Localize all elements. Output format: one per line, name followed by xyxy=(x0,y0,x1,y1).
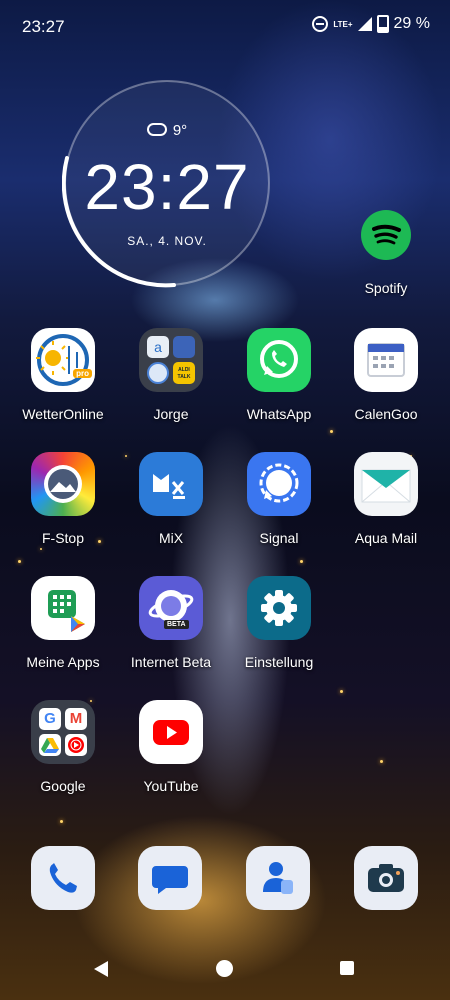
app-label: MiX xyxy=(158,530,184,546)
folder-jorge[interactable]: a ALDI TALK Jorge xyxy=(121,328,221,422)
navigation-bar xyxy=(0,940,450,1000)
app-signal[interactable]: Signal xyxy=(229,452,329,546)
battery-percent: 29 % xyxy=(393,15,430,32)
weather: 9° xyxy=(62,122,272,139)
camera-icon[interactable] xyxy=(354,846,418,910)
app-label: Signal xyxy=(259,530,299,546)
do-not-disturb-icon xyxy=(312,16,329,32)
app-youtube[interactable]: YouTube xyxy=(121,700,221,794)
messages-icon[interactable] xyxy=(138,846,202,910)
app-label: YouTube xyxy=(143,778,199,794)
beta-badge: BETA xyxy=(164,620,189,629)
app-label: Einstellung xyxy=(244,654,314,670)
contacts-icon[interactable] xyxy=(246,846,310,910)
clock-time: 23:27 xyxy=(84,151,250,223)
app-label: Meine Apps xyxy=(26,654,100,670)
folder-icon: G M xyxy=(31,700,95,764)
app-label: Aqua Mail xyxy=(354,530,418,546)
temperature: 9° xyxy=(172,122,188,139)
recent-apps-button[interactable] xyxy=(340,961,354,975)
app-internet-beta[interactable]: BETA Internet Beta xyxy=(121,576,221,670)
app-einstellung[interactable]: Einstellung xyxy=(229,576,329,670)
app-whatsapp[interactable]: WhatsApp xyxy=(229,328,329,422)
app-meine-apps[interactable]: Meine Apps xyxy=(13,576,113,670)
notes-icon xyxy=(173,336,195,358)
aqua-mail-icon xyxy=(354,452,418,516)
youtube-icon xyxy=(139,700,203,764)
signal-icon xyxy=(357,17,372,31)
app-aqua-mail[interactable]: Aqua Mail xyxy=(336,452,436,546)
app-spotify[interactable]: Spotify xyxy=(336,210,436,296)
drive-icon xyxy=(39,734,61,756)
status-time: 23:27 xyxy=(22,17,65,36)
clock-date: SA., 4. NOV. xyxy=(127,234,207,248)
app-label: Internet Beta xyxy=(130,654,212,670)
meine-apps-icon xyxy=(31,576,95,640)
gmail-icon: M xyxy=(65,708,87,730)
compass-icon xyxy=(147,362,169,384)
app-label: Spotify xyxy=(364,280,408,296)
spotify-icon xyxy=(361,210,411,260)
battery-icon xyxy=(376,15,389,33)
calendar-icon xyxy=(354,328,418,392)
cloud-icon xyxy=(146,123,167,136)
youtube-music-icon xyxy=(65,734,87,756)
internet-beta-icon: BETA xyxy=(139,576,203,640)
app-label: F-Stop xyxy=(41,530,84,546)
status-bar: 23:27 LTE+ 29 % xyxy=(0,0,450,52)
app-mix[interactable]: MiX xyxy=(121,452,221,546)
app-label: WetterOnline xyxy=(22,406,104,422)
phone-icon[interactable] xyxy=(31,846,95,910)
amazon-icon: a xyxy=(147,336,169,358)
folder-google[interactable]: G M Google xyxy=(13,700,113,794)
clock-widget[interactable]: 9° 23:27 SA., 4. NOV. xyxy=(62,78,272,288)
back-button[interactable] xyxy=(94,961,108,977)
home-button[interactable] xyxy=(216,960,233,977)
google-g-icon: G xyxy=(39,708,61,730)
app-f-stop[interactable]: F-Stop xyxy=(13,452,113,546)
app-wetteronline[interactable]: pro WetterOnline xyxy=(13,328,113,422)
folder-label: Jorge xyxy=(153,406,189,422)
app-label: WhatsApp xyxy=(246,406,312,422)
network-type: LTE+ xyxy=(333,19,353,29)
folder-label: Google xyxy=(40,778,86,794)
signal-app-icon xyxy=(247,452,311,516)
aldi-talk-icon: ALDI TALK xyxy=(173,362,195,384)
whatsapp-icon xyxy=(247,328,311,392)
folder-icon: a ALDI TALK xyxy=(139,328,203,392)
pro-badge: pro xyxy=(73,369,92,378)
gear-icon xyxy=(247,576,311,640)
mix-icon xyxy=(139,452,203,516)
app-calengoo[interactable]: CalenGoo xyxy=(336,328,436,422)
wetteronline-icon: pro xyxy=(31,328,95,392)
f-stop-icon xyxy=(31,452,95,516)
app-label: CalenGoo xyxy=(354,406,418,422)
